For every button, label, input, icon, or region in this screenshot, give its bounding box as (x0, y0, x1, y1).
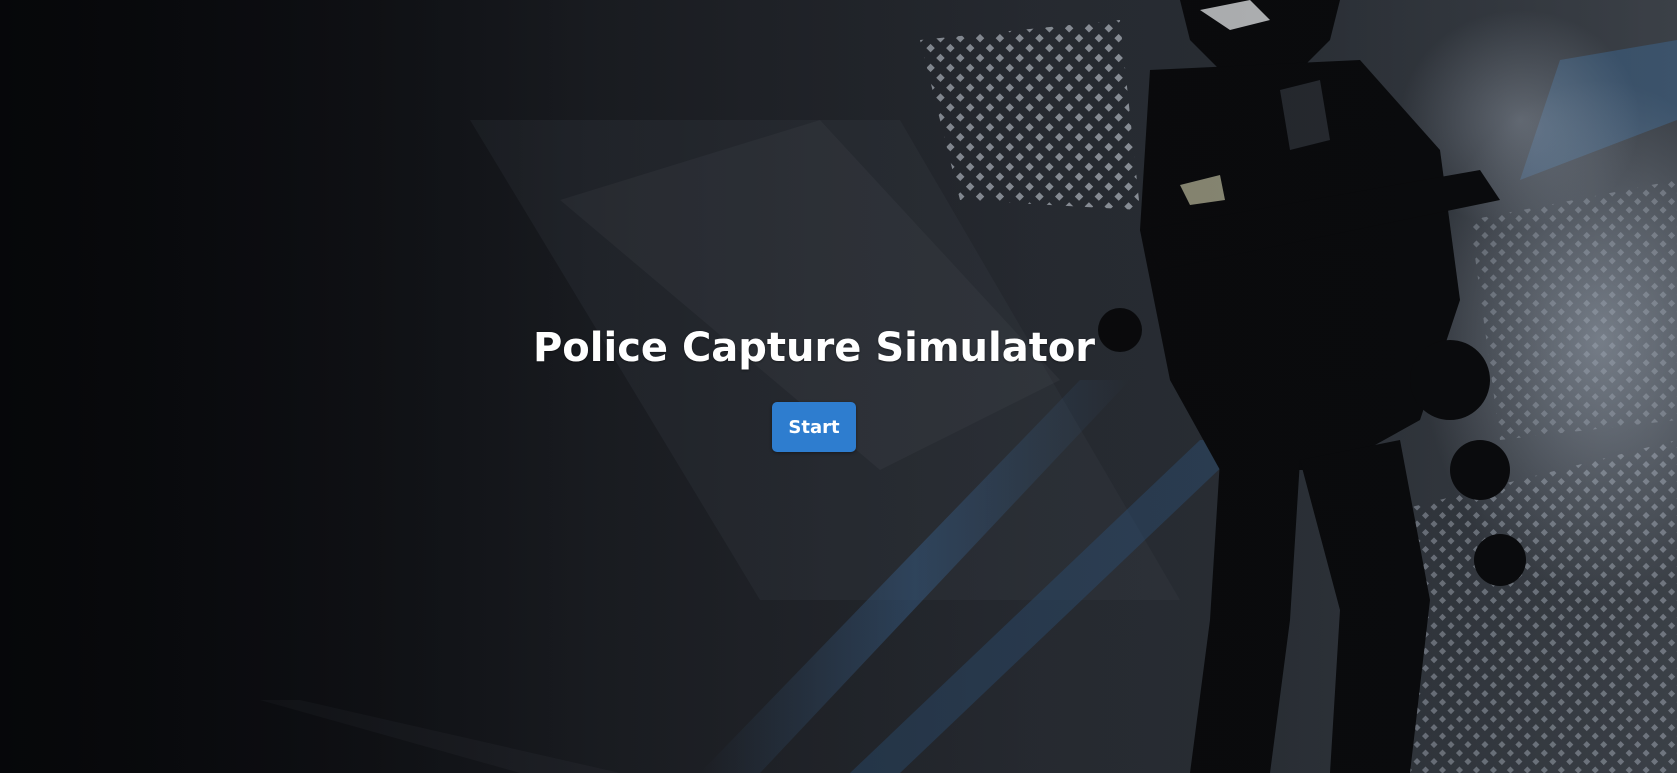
background-artwork (0, 0, 1677, 773)
game-title: Police Capture Simulator (532, 325, 1096, 371)
start-button[interactable]: Start (772, 402, 856, 452)
game-start-screen: Police Capture Simulator Start (0, 0, 1677, 773)
